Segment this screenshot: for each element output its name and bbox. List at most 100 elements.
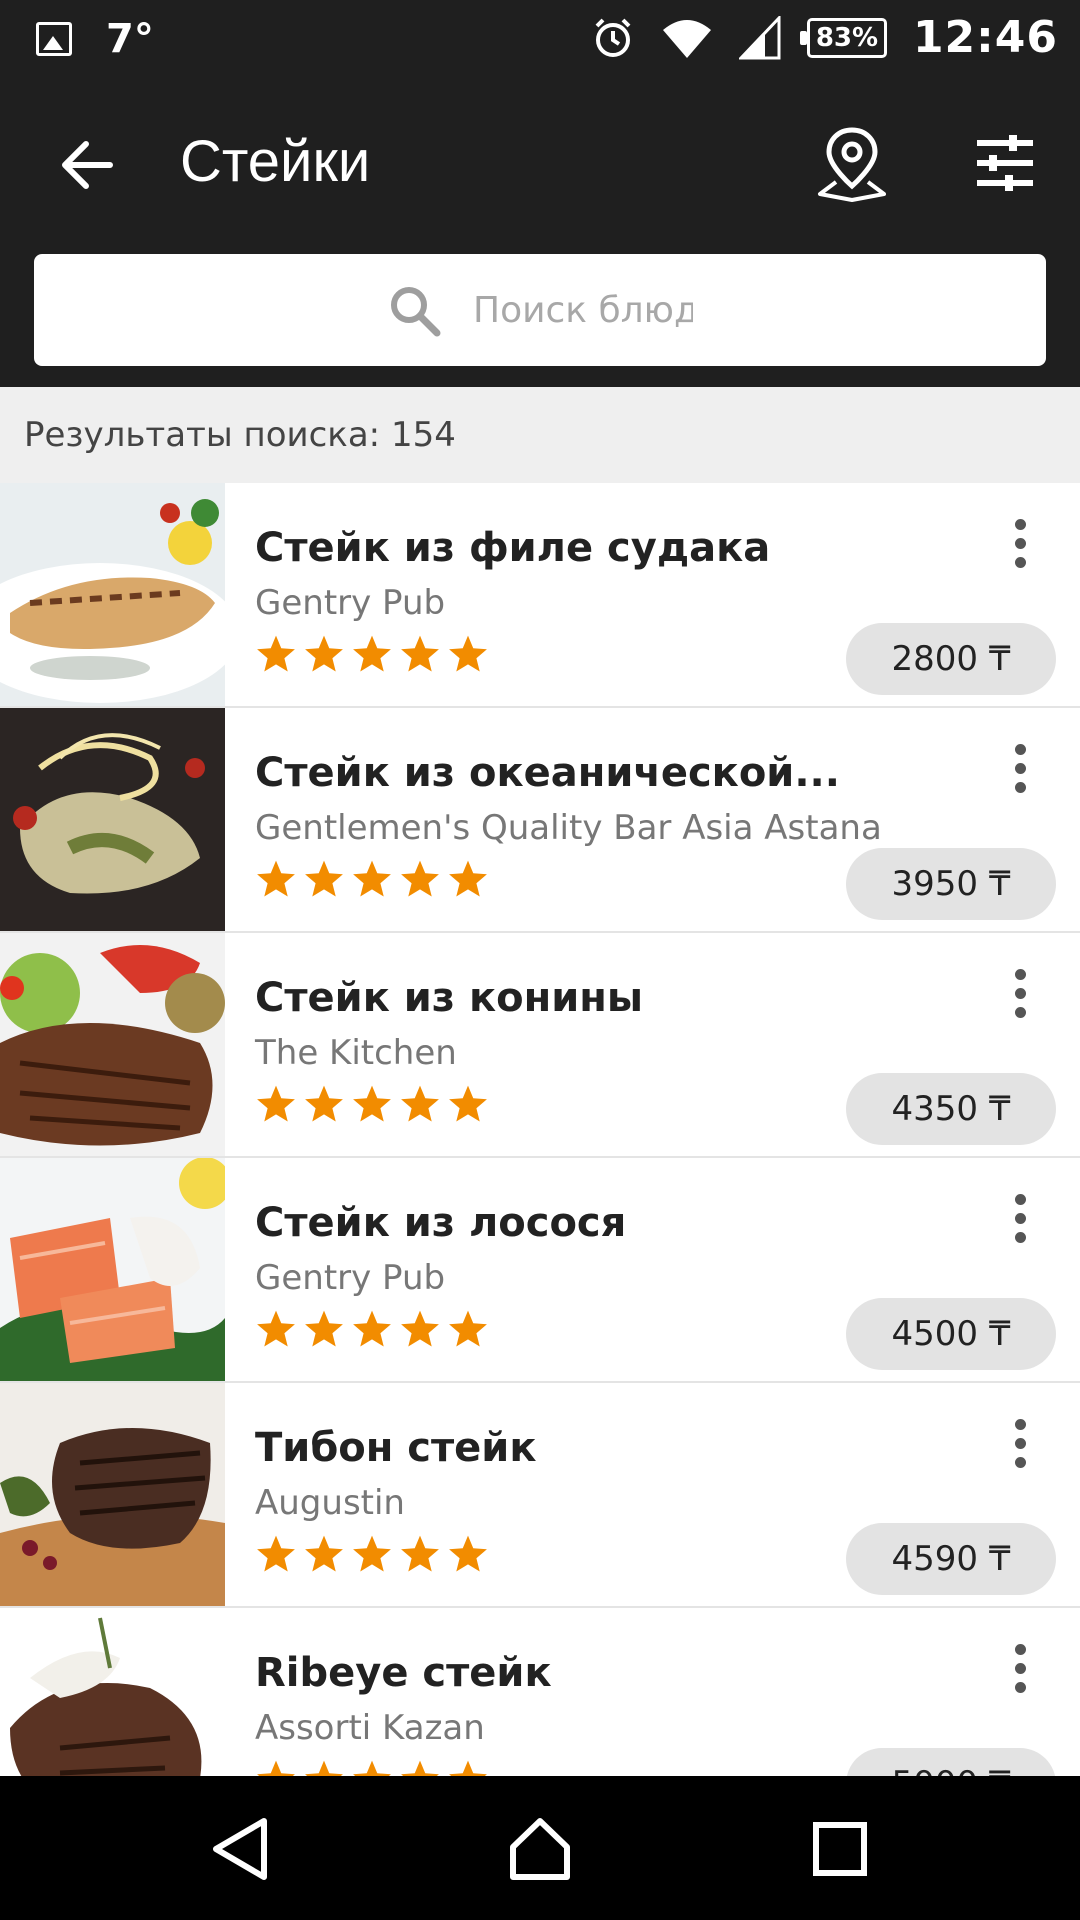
dish-photo <box>0 483 225 706</box>
more-options-button[interactable] <box>1000 513 1040 573</box>
dish-photo <box>0 1158 225 1381</box>
star-icon <box>401 860 439 897</box>
dish-name: Тибон стейк <box>255 1425 537 1471</box>
dish-photo <box>0 708 225 931</box>
restaurant-name: The Kitchen <box>255 1033 457 1073</box>
nav-back-button[interactable] <box>200 1812 280 1886</box>
dish-name: Ribeye стейк <box>255 1650 552 1696</box>
system-nav-bar <box>0 1776 1080 1920</box>
dish-photo <box>0 1608 225 1776</box>
gallery-icon <box>36 22 72 56</box>
star-icon <box>449 1535 487 1572</box>
filter-button[interactable] <box>970 128 1040 198</box>
clock: 12:46 <box>912 12 1058 63</box>
star-icon <box>401 1760 439 1776</box>
dish-list: Стейк из филе судака Gentry Pub 2800 ₸ С… <box>0 483 1080 1776</box>
restaurant-name: Augustin <box>255 1483 405 1523</box>
restaurant-name: Gentry Pub <box>255 1258 446 1298</box>
dish-name: Стейк из конины <box>255 975 644 1021</box>
list-item[interactable]: Тибон стейк Augustin 4590 ₸ <box>0 1383 1080 1608</box>
results-count-label: Результаты поиска: 154 <box>24 415 456 455</box>
home-icon <box>510 1818 570 1880</box>
list-item[interactable]: Ribeye стейк Assorti Kazan 5000 ₸ <box>0 1608 1080 1776</box>
results-count-bar: Результаты поиска: 154 <box>0 387 1080 483</box>
dot <box>1014 743 1026 755</box>
star-icon <box>449 1085 487 1122</box>
status-right: 83% 12:46 <box>591 12 1058 63</box>
dot <box>1014 1212 1026 1224</box>
list-item[interactable]: Стейк из филе судака Gentry Pub 2800 ₸ <box>0 483 1080 708</box>
star-icon <box>353 1535 391 1572</box>
star-icon <box>257 635 295 672</box>
dot <box>1014 1418 1026 1430</box>
star-icon <box>257 1535 295 1572</box>
dish-name: Стейк из филе судака <box>255 525 771 571</box>
price-badge: 4590 ₸ <box>846 1523 1056 1595</box>
dot <box>1014 968 1026 980</box>
map-button[interactable] <box>812 118 892 208</box>
rating-stars <box>255 633 489 675</box>
nav-home-button[interactable] <box>500 1812 580 1886</box>
star-icon <box>305 1760 343 1776</box>
status-left: 7° <box>36 16 154 62</box>
back-button[interactable] <box>52 130 122 200</box>
dot <box>1014 781 1026 793</box>
more-options-button[interactable] <box>1000 1413 1040 1473</box>
more-options-button[interactable] <box>1000 1188 1040 1248</box>
dot <box>1014 556 1026 568</box>
nav-recents-button[interactable] <box>800 1812 880 1886</box>
rating-stars <box>255 1758 489 1776</box>
rating-stars <box>255 1308 489 1350</box>
price-badge: 4500 ₸ <box>846 1298 1056 1370</box>
search-box[interactable] <box>34 254 1046 366</box>
star-icon <box>401 1535 439 1572</box>
temperature-label: 7° <box>106 16 154 62</box>
star-icon <box>353 1310 391 1347</box>
battery-icon: 83% <box>799 17 887 58</box>
star-icon <box>305 635 343 672</box>
more-options-button[interactable] <box>1000 1638 1040 1698</box>
more-options-button[interactable] <box>1000 738 1040 798</box>
star-icon <box>257 860 295 897</box>
restaurant-name: Gentlemen's Quality Bar Asia Astana <box>255 808 882 848</box>
price-badge: 2800 ₸ <box>846 623 1056 695</box>
star-icon <box>353 635 391 672</box>
star-icon <box>353 860 391 897</box>
price-badge: 4350 ₸ <box>846 1073 1056 1145</box>
star-icon <box>305 1310 343 1347</box>
dot <box>1014 1193 1026 1205</box>
list-item[interactable]: Стейк из конины The Kitchen 4350 ₸ <box>0 933 1080 1158</box>
search-input[interactable] <box>473 289 693 331</box>
map-pin-icon <box>818 127 886 202</box>
dot <box>1014 1662 1026 1674</box>
list-item[interactable]: Стейк из океанической... Gentlemen's Qua… <box>0 708 1080 933</box>
price-badge: 5000 ₸ <box>846 1748 1056 1776</box>
dot <box>1014 537 1026 549</box>
restaurant-name: Assorti Kazan <box>255 1708 485 1748</box>
dot <box>1014 987 1026 999</box>
app-bar: Стейки <box>0 80 1080 387</box>
dish-photo <box>0 933 225 1156</box>
rating-stars <box>255 1533 489 1575</box>
star-icon <box>449 860 487 897</box>
alarm-icon <box>591 16 635 60</box>
list-item[interactable]: Стейк из лосося Gentry Pub 4500 ₸ <box>0 1158 1080 1383</box>
star-icon <box>305 1535 343 1572</box>
status-bar: 7° 83% 12:46 <box>0 0 1080 80</box>
star-icon <box>305 1085 343 1122</box>
dot <box>1014 1437 1026 1449</box>
rating-stars <box>255 1083 489 1125</box>
star-icon <box>401 635 439 672</box>
star-icon <box>257 1310 295 1347</box>
dot <box>1014 1231 1026 1243</box>
star-icon <box>449 1760 487 1776</box>
page-title: Стейки <box>180 129 371 194</box>
search-icon <box>391 287 441 337</box>
back-triangle-icon <box>213 1818 267 1880</box>
more-options-button[interactable] <box>1000 963 1040 1023</box>
dish-photo <box>0 1383 225 1606</box>
rating-stars <box>255 858 489 900</box>
star-icon <box>449 635 487 672</box>
star-icon <box>353 1085 391 1122</box>
dot <box>1014 1643 1026 1655</box>
